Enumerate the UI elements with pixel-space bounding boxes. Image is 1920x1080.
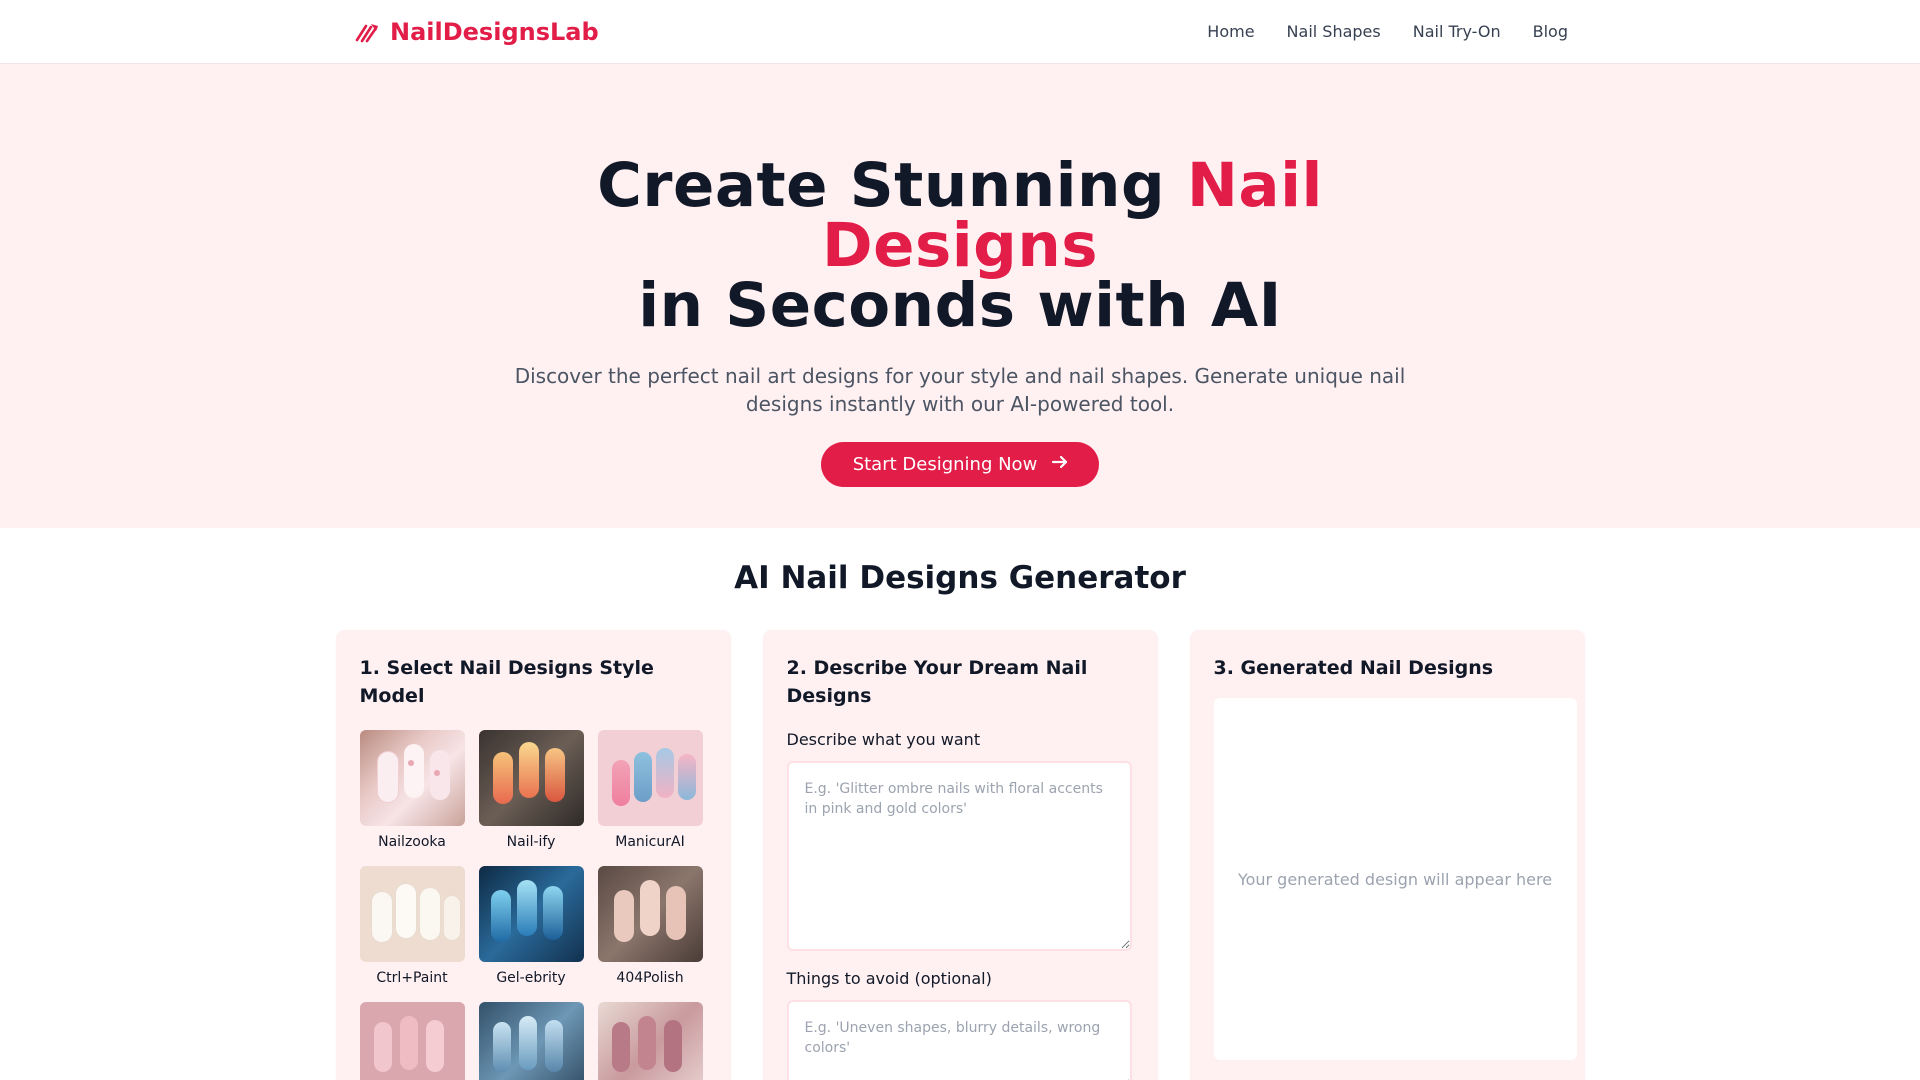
model-label: Nail-ify bbox=[506, 834, 556, 850]
model-option-nail-ify[interactable]: Nail-ify bbox=[478, 730, 584, 850]
model-option-manicurai[interactable]: ManicurAI bbox=[597, 730, 703, 850]
generator-cards: 1. Select Nail Designs Style Model Nailz… bbox=[0, 630, 1920, 1080]
nav-item-nail-try-on[interactable]: Nail Try-On bbox=[1413, 22, 1501, 41]
start-designing-button[interactable]: Start Designing Now bbox=[820, 442, 1100, 487]
model-thumbnail bbox=[478, 1002, 584, 1080]
describe-label: Describe what you want bbox=[786, 730, 981, 749]
model-label: 404Polish bbox=[616, 970, 684, 986]
hero-title-part2: in Seconds with AI bbox=[638, 270, 1282, 341]
model-thumbnail bbox=[478, 866, 584, 962]
start-designing-label: Start Designing Now bbox=[852, 454, 1038, 475]
model-option-9[interactable] bbox=[597, 1002, 703, 1080]
model-option-gel-ebrity[interactable]: Gel-ebrity bbox=[478, 866, 584, 986]
model-thumbnail bbox=[359, 1002, 465, 1080]
nav-item-blog[interactable]: Blog bbox=[1533, 22, 1568, 41]
model-thumbnail bbox=[359, 730, 465, 826]
hero-section: Create Stunning Nail Designs in Seconds … bbox=[0, 64, 1920, 528]
model-option-nailzooka[interactable]: Nailzooka bbox=[359, 730, 465, 850]
step1-title: 1. Select Nail Designs Style Model bbox=[359, 657, 654, 707]
hero-title: Create Stunning Nail Designs in Seconds … bbox=[580, 155, 1340, 336]
nail-polish-brush-icon bbox=[352, 17, 382, 47]
style-model-card: 1. Select Nail Designs Style Model Nailz… bbox=[335, 630, 731, 1080]
brand-name: NailDesignsLab bbox=[390, 17, 599, 46]
generator-title: AI Nail Designs Generator bbox=[734, 560, 1186, 596]
model-option-ctrl-paint[interactable]: Ctrl+Paint bbox=[359, 866, 465, 986]
hero-subtitle: Discover the perfect nail art designs fo… bbox=[514, 364, 1406, 416]
model-thumbnail bbox=[478, 730, 584, 826]
model-option-7[interactable] bbox=[359, 1002, 465, 1080]
result-card: 3. Generated Nail Designs Your generated… bbox=[1189, 630, 1585, 1080]
model-thumbnail bbox=[597, 866, 703, 962]
avoid-input[interactable] bbox=[786, 1000, 1132, 1080]
brand-logo[interactable]: NailDesignsLab bbox=[352, 17, 599, 47]
model-label: Gel-ebrity bbox=[496, 970, 566, 986]
model-label: ManicurAI bbox=[615, 834, 685, 850]
style-model-grid: Nailzooka Nail-ify ManicurAI Ctrl+Paint … bbox=[359, 730, 707, 1080]
nav-links: Home Nail Shapes Nail Try-On Blog bbox=[1207, 22, 1568, 41]
model-option-404polish[interactable]: 404Polish bbox=[597, 866, 703, 986]
generated-placeholder: Your generated design will appear here bbox=[1237, 869, 1553, 889]
arrow-right-icon bbox=[1051, 453, 1069, 476]
avoid-label: Things to avoid (optional) bbox=[786, 969, 992, 988]
top-navbar: NailDesignsLab Home Nail Shapes Nail Try… bbox=[0, 0, 1920, 64]
describe-input[interactable] bbox=[786, 761, 1132, 951]
model-option-8[interactable] bbox=[478, 1002, 584, 1080]
model-thumbnail bbox=[359, 866, 465, 962]
describe-card: 2. Describe Your Dream Nail Designs Desc… bbox=[762, 630, 1158, 1080]
nav-item-nail-shapes[interactable]: Nail Shapes bbox=[1287, 22, 1381, 41]
step2-title: 2. Describe Your Dream Nail Designs bbox=[786, 657, 1088, 707]
step3-title: 3. Generated Nail Designs bbox=[1213, 657, 1494, 679]
model-thumbnail bbox=[597, 1002, 703, 1080]
nav-item-home[interactable]: Home bbox=[1207, 22, 1254, 41]
model-label: Nailzooka bbox=[378, 834, 446, 850]
model-label: Ctrl+Paint bbox=[376, 970, 448, 986]
generated-design-area: Your generated design will appear here bbox=[1213, 698, 1577, 1060]
model-thumbnail bbox=[597, 730, 703, 826]
